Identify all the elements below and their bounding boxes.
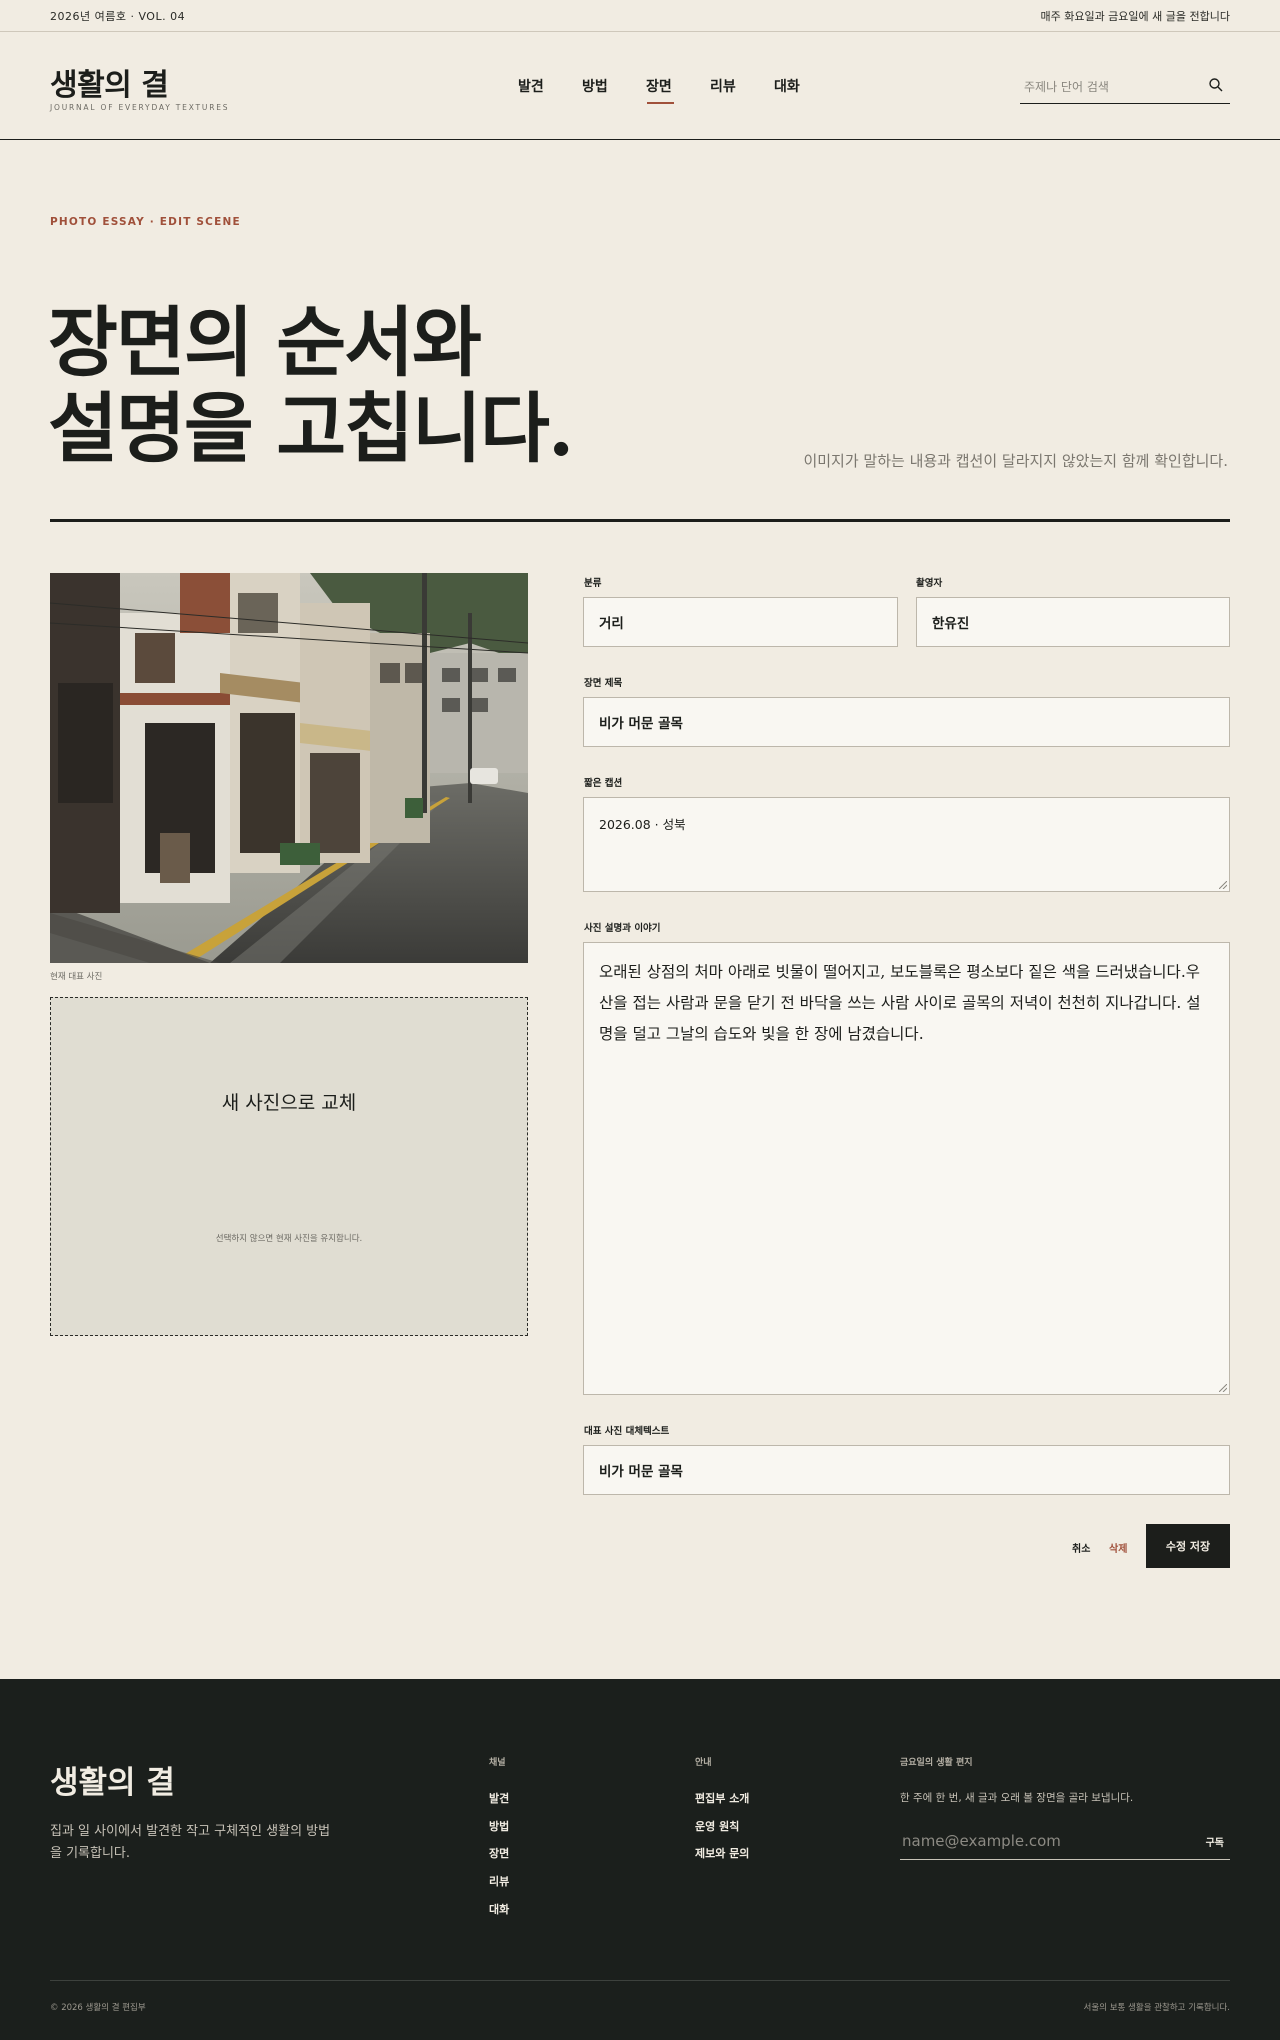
footer-divider [50, 1980, 1230, 1981]
page-title-line-1: 장면의 순서와 [48, 298, 482, 387]
photographer-label: 촬영자 [916, 578, 943, 589]
photographer-field[interactable]: 한유진 [916, 597, 1230, 647]
page-kicker: PHOTO ESSAY · EDIT SCENE [50, 216, 241, 228]
street-photo-illustration [50, 573, 528, 963]
search-icon[interactable] [1208, 77, 1224, 93]
top-bar: 2026년 여름호 · VOL. 04 매주 화요일과 금요일에 새 글을 전합… [0, 0, 1280, 32]
nav-item-discover[interactable]: 발견 [518, 76, 582, 106]
footer-link-method[interactable]: 방법 [489, 1818, 509, 1834]
footer-link-contact[interactable]: 제보와 문의 [695, 1845, 749, 1861]
nav-item-review[interactable]: 리뷰 [710, 76, 774, 106]
site-logo[interactable]: 생활의 결 [50, 60, 169, 104]
divider [50, 519, 1230, 522]
newsletter-description: 한 주에 한 번, 새 글과 오래 볼 장면을 골라 보냅니다. [900, 1792, 1134, 1804]
site-header: 생활의 결 JOURNAL OF EVERYDAY TEXTURES 발견 방법… [0, 32, 1280, 140]
scene-title-field[interactable]: 비가 머문 골목 [583, 697, 1230, 747]
short-caption-label: 짧은 캡션 [584, 778, 623, 789]
page-title: 장면의 순서와 설명을 고칩니다. [48, 298, 574, 473]
current-photo [50, 573, 528, 963]
footer-link-principles[interactable]: 운영 원칙 [695, 1818, 739, 1834]
site-logo-subtitle: JOURNAL OF EVERYDAY TEXTURES [50, 103, 230, 112]
copyright: © 2026 생활의 결 편집부 [50, 2003, 146, 2013]
newsletter-form: 구독 [900, 1824, 1230, 1860]
story-label: 사진 설명과 이야기 [584, 923, 661, 934]
story-value: 오래된 상점의 처마 아래로 빗물이 떨어지고, 보도블록은 평소보다 짙은 색… [599, 963, 1201, 1043]
footer-link-conversation[interactable]: 대화 [489, 1901, 509, 1917]
save-button[interactable]: 수정 저장 [1146, 1524, 1230, 1568]
story-textarea[interactable]: 오래된 상점의 처마 아래로 빗물이 떨어지고, 보도블록은 평소보다 짙은 색… [583, 942, 1230, 1395]
nav-item-scene[interactable]: 장면 [646, 76, 710, 106]
short-caption-textarea[interactable]: 2026.08 · 성북 [583, 797, 1230, 892]
footer-channel-title: 채널 [489, 1758, 506, 1768]
category-label: 분류 [584, 578, 602, 589]
subscribe-button[interactable]: 구독 [1206, 1834, 1224, 1849]
issue-label: 2026년 여름호 · VOL. 04 [50, 10, 186, 23]
footer-link-discover[interactable]: 발견 [489, 1790, 509, 1806]
resize-handle-icon[interactable] [1219, 881, 1227, 889]
footer-link-scene[interactable]: 장면 [489, 1845, 509, 1861]
photo-caption: 현재 대표 사진 [50, 972, 103, 982]
site-footer: 생활의 결 집과 일 사이에서 발견한 작고 구체적인 생활의 방법을 기록합니… [0, 1679, 1280, 2040]
page-subtitle: 이미지가 말하는 내용과 캡션이 달라지지 않았는지 함께 확인합니다. [803, 452, 1228, 470]
scene-title-label: 장면 제목 [584, 678, 623, 689]
nav-item-method[interactable]: 방법 [582, 76, 646, 106]
page-title-line-2: 설명을 고칩니다. [48, 384, 574, 473]
delete-button[interactable]: 삭제 [1109, 1540, 1127, 1555]
category-field[interactable]: 거리 [583, 597, 898, 647]
footer-tagline: 서울의 보통 생활을 관찰하고 기록합니다. [1083, 2003, 1230, 2013]
search-box [1020, 72, 1230, 104]
publish-notice: 매주 화요일과 금요일에 새 글을 전합니다 [1040, 10, 1230, 23]
photo-replace-dropzone[interactable]: 새 사진으로 교체 선택하지 않으면 현재 사진을 유지합니다. [50, 997, 528, 1336]
email-field[interactable] [902, 1830, 1172, 1852]
newsletter-title: 금요일의 생활 편지 [900, 1758, 973, 1768]
nav-item-conversation[interactable]: 대화 [774, 76, 838, 106]
footer-link-review[interactable]: 리뷰 [489, 1873, 509, 1889]
footer-info-title: 안내 [695, 1758, 712, 1768]
footer-logo[interactable]: 생활의 결 [50, 1757, 175, 1802]
alt-text-field[interactable]: 비가 머문 골목 [583, 1445, 1230, 1495]
short-caption-value: 2026.08 · 성북 [599, 817, 686, 832]
footer-link-about[interactable]: 편집부 소개 [695, 1790, 749, 1806]
footer-description: 집과 일 사이에서 발견한 작고 구체적인 생활의 방법을 기록합니다. [50, 1824, 331, 1861]
cancel-button[interactable]: 취소 [1072, 1540, 1090, 1555]
dropzone-note: 선택하지 않으면 현재 사진을 유지합니다. [215, 1234, 363, 1244]
search-input[interactable] [1024, 76, 1194, 98]
dropzone-title: 새 사진으로 교체 [221, 1092, 357, 1114]
main-nav: 발견 방법 장면 리뷰 대화 [518, 76, 838, 106]
resize-handle-icon[interactable] [1219, 1384, 1227, 1392]
alt-text-label: 대표 사진 대체텍스트 [584, 1426, 670, 1437]
